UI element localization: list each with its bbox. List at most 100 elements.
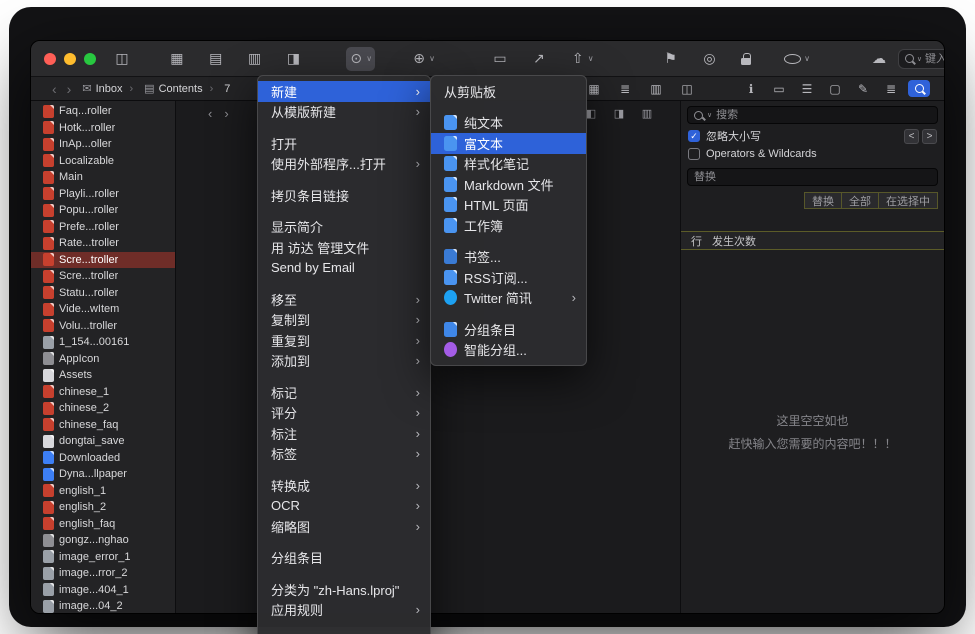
as-columns-view-button[interactable]: ▥: [645, 80, 667, 97]
replace-action-button[interactable]: 替换: [804, 192, 842, 209]
sync-button[interactable]: ☁ ∨: [869, 47, 898, 71]
as-pages-view-button[interactable]: ◫: [676, 80, 698, 97]
sidebar-file-item[interactable]: image...404_1: [31, 582, 175, 599]
sidebar-file-item[interactable]: 1_154...00161: [31, 334, 175, 351]
submenu-item[interactable]: ›: [431, 236, 586, 247]
edit-icon-button[interactable]: ✎: [852, 80, 874, 97]
submenu-item[interactable]: Markdown 文件 ›: [431, 174, 586, 195]
context-menu-item[interactable]: OCR ›: [258, 496, 430, 517]
context-menu-item[interactable]: 添加到 ›: [258, 351, 430, 372]
sidebar-file-item[interactable]: Statu...roller: [31, 285, 175, 302]
replace-input[interactable]: [694, 171, 931, 183]
context-menu-item[interactable]: ›: [258, 620, 430, 631]
context-menu-item[interactable]: ›: [258, 174, 430, 185]
context-menu-item[interactable]: 分类为 "zh-Hans.lproj" ›: [258, 579, 430, 600]
sidebar-file-item[interactable]: Prefe...roller: [31, 219, 175, 236]
columns-icon[interactable]: ▥: [638, 105, 656, 122]
back-button[interactable]: ‹: [47, 81, 62, 97]
sidebar-file-item[interactable]: chinese_2: [31, 400, 175, 417]
sidebar-file-item[interactable]: Rate...troller: [31, 235, 175, 252]
share-menu-button[interactable]: ⇧ ∨: [568, 47, 597, 71]
context-menu-item[interactable]: 标记 ›: [258, 382, 430, 403]
breadcrumb-item[interactable]: 7: [203, 83, 231, 95]
submenu-item[interactable]: 样式化笔记 ›: [431, 154, 586, 175]
context-menu-item[interactable]: Send by Email ›: [258, 258, 430, 279]
sidebar-file-item[interactable]: english_faq: [31, 516, 175, 533]
context-menu-item[interactable]: 应用规则 ›: [258, 600, 430, 621]
sidebar-file-item[interactable]: Volu...troller: [31, 318, 175, 335]
sidebar-file-item[interactable]: Dyna...llpaper: [31, 466, 175, 483]
submenu-item[interactable]: 纯文本 ›: [431, 113, 586, 134]
context-menu-item[interactable]: 移至 ›: [258, 289, 430, 310]
sidebar-file-item[interactable]: english_2: [31, 499, 175, 516]
sidebar-file-item[interactable]: Hotk...roller: [31, 120, 175, 137]
mark-button[interactable]: ◎ ∨: [699, 47, 728, 71]
lock-button[interactable]: ∨: [738, 47, 763, 71]
context-menu-item[interactable]: ›: [258, 122, 430, 133]
flag-button[interactable]: ⚑ ∨: [661, 47, 690, 71]
zoom-button[interactable]: [84, 53, 96, 65]
document-icon-button[interactable]: ▢: [824, 80, 846, 97]
context-menu-item[interactable]: 用 访达 管理文件 ›: [258, 237, 430, 258]
sidebar-file-item[interactable]: chinese_faq: [31, 417, 175, 434]
submenu-item[interactable]: 富文本 ›: [431, 133, 586, 154]
submenu-item[interactable]: ›: [431, 102, 586, 113]
submenu-item[interactable]: 从剪贴板 ›: [431, 81, 586, 102]
context-menu-item[interactable]: 缩略图 ›: [258, 516, 430, 537]
sidebar-file-item[interactable]: image_error_1: [31, 549, 175, 566]
context-menu-item[interactable]: 标签 ›: [258, 444, 430, 465]
open-externally-button[interactable]: ↗ ∨: [529, 47, 558, 71]
sidebar-file-item[interactable]: Downloaded: [31, 450, 175, 467]
context-menu-item[interactable]: 评分 ›: [258, 403, 430, 424]
context-menu-item[interactable]: ›: [258, 206, 430, 217]
context-menu-item[interactable]: ›: [258, 464, 430, 475]
sidebar-file-item[interactable]: dongtai_save: [31, 433, 175, 450]
minimize-button[interactable]: [64, 53, 76, 65]
sidebar-file-item[interactable]: AppIcon: [31, 351, 175, 368]
sidebar-file-item[interactable]: Faq...roller: [31, 103, 175, 120]
context-menu-item[interactable]: 拷贝条目链接 ›: [258, 185, 430, 206]
context-menu-item[interactable]: ›: [258, 278, 430, 289]
breadcrumb-item[interactable]: Inbox: [82, 82, 122, 95]
sidebar-file-item[interactable]: Scre...troller: [31, 268, 175, 285]
context-menu-item[interactable]: 重复到 ›: [258, 330, 430, 351]
search-icon-button[interactable]: [908, 80, 930, 97]
editor-back-button[interactable]: ‹: [202, 106, 218, 121]
sidebar-file-item[interactable]: Localizable: [31, 153, 175, 170]
toc-icon-button[interactable]: ≣: [880, 80, 902, 97]
previous-match-button[interactable]: <: [904, 129, 919, 144]
new-item-menu-button[interactable]: ⊕ ∨: [409, 47, 438, 71]
editor-forward-button[interactable]: ›: [218, 106, 234, 121]
submenu-item[interactable]: 智能分组... ›: [431, 340, 586, 361]
sidebar-file-item[interactable]: chinese_1: [31, 384, 175, 401]
results-column-header[interactable]: 发生次数: [702, 232, 944, 249]
reveal-panel-button[interactable]: ▭ ∨: [490, 47, 519, 71]
annotation-icon-button[interactable]: ▭: [768, 80, 790, 97]
results-column-header[interactable]: 行: [681, 232, 702, 249]
sidebar-file-item[interactable]: Assets: [31, 367, 175, 384]
label-menu-button[interactable]: ∨: [781, 47, 813, 71]
submenu-item[interactable]: HTML 页面 ›: [431, 195, 586, 216]
next-match-button[interactable]: >: [922, 129, 937, 144]
replace-action-button[interactable]: 在选择中: [878, 192, 938, 209]
toolbar-search[interactable]: ∨: [898, 49, 945, 69]
context-menu-item[interactable]: 从模版新建 ›: [258, 102, 430, 123]
sidebar-file-item[interactable]: Vide...wItem: [31, 301, 175, 318]
submenu-item[interactable]: ›: [431, 308, 586, 319]
context-menu-item[interactable]: 打开 ›: [258, 133, 430, 154]
submenu-item[interactable]: Twitter 简讯 ›: [431, 288, 586, 309]
submenu-item[interactable]: 工作簿 ›: [431, 215, 586, 236]
toolbar-search-input[interactable]: [925, 53, 945, 65]
view-as-list-button[interactable]: ▤ ∨: [206, 47, 235, 71]
as-list-view-button[interactable]: ≣: [614, 80, 636, 97]
context-menu-item[interactable]: 转换成 ›: [258, 475, 430, 496]
context-menu-item[interactable]: ›: [258, 568, 430, 579]
replace-action-button[interactable]: 全部: [841, 192, 879, 209]
submenu-item[interactable]: 分组条目 ›: [431, 319, 586, 340]
sidebar-toggle-button[interactable]: ◫ ∨: [112, 47, 141, 71]
breadcrumb-item[interactable]: Contents: [122, 82, 202, 95]
view-as-icons-button[interactable]: ▦ ∨: [167, 47, 196, 71]
forward-button[interactable]: ›: [62, 81, 77, 97]
sidebar-file-item[interactable]: gongz...nghao: [31, 532, 175, 549]
context-menu-item[interactable]: ›: [258, 537, 430, 548]
